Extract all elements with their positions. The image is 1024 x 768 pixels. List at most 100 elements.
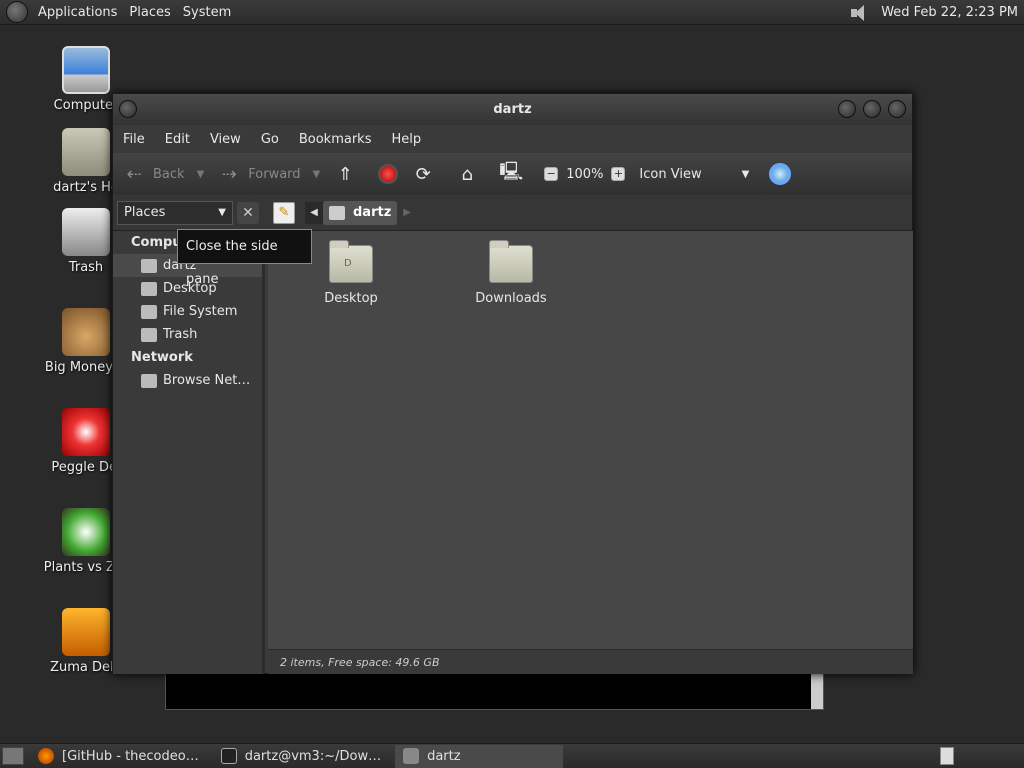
- search-icon[interactable]: [769, 163, 792, 185]
- side-pane-selector[interactable]: Places ▼: [117, 200, 233, 225]
- menu-file[interactable]: File: [113, 132, 155, 147]
- zoom-out-icon[interactable]: −: [544, 167, 559, 181]
- task-firefox[interactable]: [GitHub - thecodeo…: [30, 745, 207, 768]
- menu-bar: File Edit View Go Bookmarks Help: [113, 125, 912, 153]
- bottom-panel: [GitHub - thecodeo… dartz@vm3:~/Dow… dar…: [0, 743, 1024, 768]
- network-icon: [141, 373, 157, 388]
- desktop-folder-icon: [141, 281, 157, 296]
- back-arrow-icon: ⇠: [126, 163, 142, 185]
- top-panel: Applications Places System Wed Feb 22, 2…: [0, 0, 1024, 25]
- computer-button[interactable]: 🖳: [499, 161, 530, 185]
- task-label: dartz@vm3:~/Dow…: [244, 748, 382, 764]
- home-button[interactable]: ⌂: [456, 163, 486, 185]
- show-desktop-icon[interactable]: [2, 747, 24, 765]
- side-pane-selector-label: Places: [124, 205, 166, 220]
- forward-button[interactable]: ⇢ Forward ▼: [218, 163, 321, 185]
- trash-icon: [62, 208, 110, 256]
- plants-icon: [62, 508, 110, 556]
- computer-icon: 🖳: [499, 161, 524, 182]
- status-bar: 2 items, Free space: 49.6 GB: [268, 649, 913, 674]
- side-pane-header-network: Network: [131, 350, 193, 365]
- distro-logo-icon[interactable]: [6, 1, 28, 23]
- close-button[interactable]: [888, 100, 906, 118]
- menu-applications[interactable]: Applications: [32, 5, 123, 20]
- breadcrumb-label: dartz: [353, 205, 392, 220]
- menu-go[interactable]: Go: [251, 132, 289, 147]
- scrollbar[interactable]: [811, 673, 823, 709]
- back-button[interactable]: ⇠ Back ▼: [123, 163, 204, 185]
- close-side-pane-button[interactable]: ✕: [237, 201, 259, 224]
- edit-location-icon[interactable]: ✎: [273, 201, 295, 224]
- home-folder-icon: [329, 205, 345, 220]
- home-folder-icon: [62, 128, 110, 176]
- task-label: dartz: [427, 748, 461, 764]
- volume-icon[interactable]: [849, 4, 871, 22]
- drive-icon: [141, 304, 157, 319]
- side-pane: Compu dartz Desktop File System Trash Ne…: [113, 231, 265, 674]
- menu-system[interactable]: System: [177, 5, 237, 20]
- clock[interactable]: Wed Feb 22, 2:23 PM: [875, 5, 1024, 20]
- breadcrumb-right-icon[interactable]: ▶: [403, 207, 411, 218]
- chevron-down-icon: ▼: [741, 168, 750, 180]
- view-selector-label: Icon View: [639, 166, 702, 182]
- maximize-button[interactable]: [863, 100, 881, 118]
- home-folder-icon: [141, 258, 157, 273]
- forward-arrow-icon: ⇢: [221, 163, 237, 185]
- side-pane-item-trash[interactable]: Trash: [113, 323, 262, 346]
- stop-icon: [378, 164, 399, 184]
- task-label: [GitHub - thecodeo…: [62, 748, 199, 764]
- chevron-down-icon: ▼: [218, 207, 226, 218]
- window-title: dartz: [493, 102, 532, 117]
- menu-edit[interactable]: Edit: [155, 132, 200, 147]
- view-selector[interactable]: Icon View ▼: [639, 167, 749, 182]
- menu-bookmarks[interactable]: Bookmarks: [289, 132, 382, 147]
- up-button[interactable]: ⇑: [334, 163, 364, 185]
- reload-button[interactable]: ⟳: [412, 163, 442, 185]
- file-item-label: Downloads: [475, 291, 547, 306]
- window-menu-button[interactable]: [119, 100, 137, 118]
- file-view[interactable]: D Desktop Downloads: [268, 231, 913, 649]
- chevron-down-icon[interactable]: ▼: [197, 169, 205, 180]
- terminal-icon: [220, 748, 237, 764]
- side-pane-item-browse-network[interactable]: Browse Net…: [113, 369, 262, 392]
- trash-applet-icon[interactable]: [940, 747, 954, 765]
- money-bag-icon: [62, 308, 110, 356]
- back-label: Back: [153, 166, 185, 182]
- zoom-level: 100%: [566, 166, 604, 182]
- location-bar: Places ▼ ✕ ✎ ◀ dartz ▶: [113, 195, 912, 231]
- zuma-icon: [62, 608, 110, 656]
- side-pane-item-label: Browse Net…: [163, 373, 251, 388]
- side-pane-item-filesystem[interactable]: File System: [113, 300, 262, 323]
- side-pane-item-label: Trash: [163, 327, 198, 342]
- breadcrumb-dartz[interactable]: dartz: [323, 200, 398, 225]
- reload-icon: ⟳: [415, 163, 431, 185]
- firefox-icon: [38, 748, 54, 764]
- system-tray: Wed Feb 22, 2:23 PM: [849, 0, 1024, 25]
- folder-icon: D: [329, 240, 373, 283]
- panel-menu: Applications Places System: [32, 0, 237, 25]
- home-icon: ⌂: [461, 163, 473, 185]
- forward-label: Forward: [248, 166, 301, 182]
- up-arrow-icon: ⇑: [337, 163, 353, 185]
- zoom-in-icon[interactable]: +: [611, 167, 626, 181]
- home-folder-icon: [403, 748, 420, 764]
- breadcrumb-left-icon[interactable]: ◀: [305, 201, 323, 224]
- task-terminal[interactable]: dartz@vm3:~/Dow…: [213, 745, 389, 768]
- stop-button[interactable]: [378, 164, 399, 184]
- file-manager-window: dartz File Edit View Go Bookmarks Help ⇠…: [112, 93, 913, 674]
- peggle-icon: [62, 408, 110, 456]
- file-item-desktop[interactable]: D Desktop: [301, 240, 401, 306]
- background-terminal-window[interactable]: [165, 672, 824, 710]
- file-item-label: Desktop: [324, 291, 378, 306]
- side-pane-item-label: File System: [163, 304, 238, 319]
- menu-places[interactable]: Places: [123, 5, 176, 20]
- menu-view[interactable]: View: [200, 132, 251, 147]
- minimize-button[interactable]: [838, 100, 856, 118]
- toolbar: ⇠ Back ▼ ⇢ Forward ▼ ⇑ ⟳ ⌂ 🖳 − 100% + Ic…: [113, 153, 912, 195]
- trash-icon: [141, 327, 157, 342]
- chevron-down-icon[interactable]: ▼: [313, 169, 321, 180]
- menu-help[interactable]: Help: [381, 132, 431, 147]
- title-bar[interactable]: dartz: [113, 94, 912, 125]
- task-file-manager[interactable]: dartz: [395, 744, 564, 768]
- file-item-downloads[interactable]: Downloads: [461, 240, 561, 306]
